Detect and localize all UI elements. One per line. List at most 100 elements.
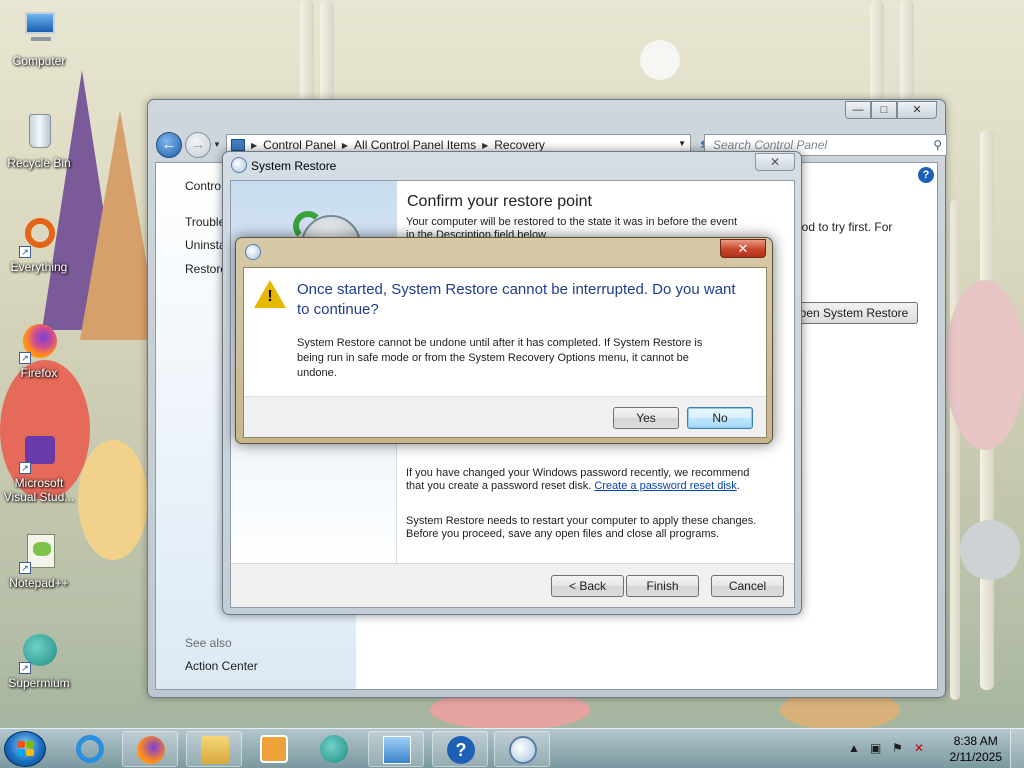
main-instruction-line-1: Once started, System Restore cannot be i…	[297, 281, 736, 298]
wizard-footer: < Back Finish Cancel	[231, 563, 794, 607]
page-title: Confirm your restore point	[407, 193, 592, 210]
supermium-icon	[320, 735, 348, 763]
desktop-icon-label: Microsoft Visual Stud...	[3, 476, 75, 504]
show-desktop-button[interactable]	[1010, 729, 1024, 768]
recycle-bin-icon	[19, 112, 59, 152]
left-link-troubleshooting[interactable]: Trouble	[185, 215, 225, 229]
back-button[interactable]: < Back	[551, 575, 624, 597]
no-button[interactable]: No	[687, 407, 753, 429]
firefox-icon	[137, 736, 165, 764]
clock-time: 8:38 AM	[953, 734, 998, 748]
dialog-detail-text: System Restore cannot be undone until af…	[297, 336, 747, 381]
dialog-content: ! Once started, System Restore cannot be…	[243, 267, 767, 438]
supermium-icon: ↗	[19, 632, 59, 674]
dialog-close-button[interactable]: ✕	[720, 239, 766, 258]
breadcrumb-all-items[interactable]: All Control Panel Items	[354, 138, 476, 152]
breadcrumb-recovery[interactable]: Recovery	[494, 138, 545, 152]
taskbar-supermium[interactable]	[306, 731, 362, 767]
system-tray: ▲ ▣ ⚑ ✕ 8:38 AM 2/11/2025	[834, 729, 1024, 768]
back-button[interactable]: ←	[156, 132, 182, 158]
action-center-flag-icon[interactable]: ⚑	[892, 741, 903, 755]
desktop-icon-notepadpp[interactable]: ↗ Notepad++	[1, 532, 77, 590]
left-link-uninstall[interactable]: Uninsta	[185, 238, 226, 252]
help-icon: ?	[447, 736, 475, 764]
visual-studio-icon: ↗	[19, 432, 59, 474]
system-restore-icon	[509, 736, 537, 764]
left-link-control-panel-home[interactable]: Contro	[185, 179, 221, 193]
forward-button[interactable]: →	[185, 132, 211, 158]
intro-line-1: Your computer will be restored to the st…	[406, 216, 737, 228]
start-button[interactable]	[4, 731, 46, 767]
password-text-prefix: that you create a password reset disk.	[406, 480, 595, 492]
desktop-icon-label: Recycle Bin	[7, 156, 71, 170]
action-center-link[interactable]: Action Center	[185, 659, 258, 673]
taskbar-media-player[interactable]	[246, 731, 302, 767]
yes-button[interactable]: Yes	[613, 407, 679, 429]
computer-icon	[19, 10, 59, 50]
restart-notice-line-1: System Restore needs to restart your com…	[406, 515, 757, 527]
minimize-button[interactable]: —	[845, 101, 871, 119]
search-icon: ⚲	[933, 138, 942, 152]
control-panel-icon	[383, 736, 411, 764]
show-hidden-icons-button[interactable]: ▲	[848, 741, 860, 755]
cancel-button[interactable]: Cancel	[711, 575, 784, 597]
open-system-restore-button[interactable]: pen System Restore	[790, 302, 918, 324]
system-restore-icon	[245, 244, 261, 260]
close-button[interactable]: ✕	[755, 153, 795, 171]
detail-line-2: being run in safe mode or from the Syste…	[297, 352, 689, 364]
desktop-icon-everything[interactable]: ↗ Everything	[1, 216, 77, 274]
clock-date: 2/11/2025	[949, 750, 1003, 764]
system-restore-icon	[231, 157, 247, 173]
media-player-icon	[260, 735, 288, 763]
desktop-icon-label: Notepad++	[9, 576, 69, 590]
breadcrumb-control-panel[interactable]: Control Panel	[263, 138, 336, 152]
window-title: System Restore	[251, 159, 337, 173]
taskbar-help[interactable]: ?	[432, 731, 488, 767]
taskbar-file-explorer[interactable]	[186, 731, 242, 767]
restart-notice-line-2: Before you proceed, save any open files …	[406, 528, 720, 540]
arrow-left-icon: ←	[161, 136, 177, 153]
close-button[interactable]: ✕	[897, 101, 937, 119]
taskbar-control-panel[interactable]	[368, 731, 424, 767]
control-panel-icon	[231, 139, 245, 151]
help-icon[interactable]: ?	[918, 167, 934, 183]
desktop-icon-label: Everything	[10, 260, 68, 274]
desktop-icon-visual-studio[interactable]: ↗ Microsoft Visual Stud...	[1, 432, 77, 504]
network-icon[interactable]: ▣	[870, 741, 881, 755]
firefox-icon: ↗	[19, 322, 59, 364]
password-text-line-2: that you create a password reset disk. C…	[406, 480, 740, 493]
desktop-icon-label: Firefox	[20, 366, 58, 380]
clock[interactable]: 8:38 AM 2/11/2025	[950, 733, 1003, 765]
detail-line-1: System Restore cannot be undone until af…	[297, 337, 703, 349]
desktop-icon-label: Supermium	[8, 676, 70, 690]
everything-icon: ↗	[19, 216, 59, 258]
see-also-heading: See also	[185, 636, 232, 650]
desktop-icon-supermium[interactable]: ↗ Supermium	[1, 632, 77, 690]
dialog-main-instruction: Once started, System Restore cannot be i…	[297, 280, 757, 320]
taskbar-firefox[interactable]	[122, 731, 178, 767]
recent-pages-dropdown[interactable]: ▼	[213, 140, 221, 149]
breadcrumb-separator-icon: ▶	[341, 140, 349, 150]
taskbar-internet-explorer[interactable]	[62, 731, 118, 767]
taskbar-system-restore[interactable]	[494, 731, 550, 767]
desktop-icon-label: Computer	[12, 54, 66, 68]
search-placeholder: Search Control Panel	[713, 138, 828, 152]
desktop-icon-computer[interactable]: Computer	[1, 10, 77, 68]
maximize-button[interactable]: □	[871, 101, 897, 119]
breadcrumb-separator-icon: ▶	[482, 140, 489, 150]
desktop-icon-recycle-bin[interactable]: Recycle Bin	[1, 112, 77, 170]
address-dropdown-icon[interactable]: ▼	[678, 139, 686, 148]
windows-logo-icon	[17, 741, 35, 757]
volume-muted-icon[interactable]: ✕	[914, 741, 924, 755]
recovery-description-fragment: hod to try first. For	[795, 220, 893, 234]
notepadpp-icon: ↗	[19, 532, 59, 574]
warning-icon-mark: !	[267, 288, 273, 305]
left-link-restore[interactable]: Restore	[185, 262, 227, 276]
file-explorer-icon	[201, 736, 229, 764]
internet-explorer-icon	[76, 735, 104, 763]
create-password-reset-disk-link[interactable]: Create a password reset disk	[594, 480, 736, 492]
main-instruction-line-2: to continue?	[297, 301, 379, 318]
desktop-icon-firefox[interactable]: ↗ Firefox	[1, 322, 77, 380]
confirm-dialog: ✕ ! Once started, System Restore cannot …	[235, 237, 773, 444]
finish-button[interactable]: Finish	[626, 575, 699, 597]
